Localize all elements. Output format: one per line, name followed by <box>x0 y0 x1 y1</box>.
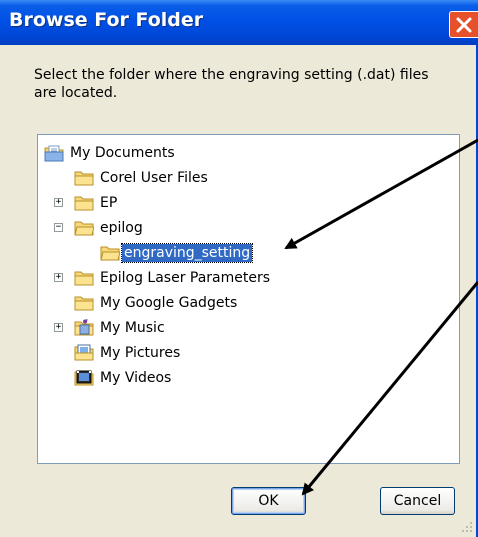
resize-grip-icon[interactable] <box>452 512 476 536</box>
tree-item-label: epilog <box>100 220 143 236</box>
tree-item-label: My Google Gadgets <box>100 295 238 311</box>
tree-item-label: Epilog Laser Parameters <box>100 270 271 286</box>
instruction-text: Select the folder where the engraving se… <box>34 67 429 101</box>
tree-item-label: My Videos <box>100 370 172 386</box>
videos-folder-icon <box>74 370 94 386</box>
tree-item-label: EP <box>100 195 118 211</box>
tree-item-label: My Pictures <box>100 345 181 361</box>
tree-item-label: My Music <box>100 320 165 336</box>
folder-open-icon <box>74 221 94 236</box>
documents-folder-icon <box>44 145 64 162</box>
expand-toggle[interactable]: + <box>54 198 63 207</box>
folder-open-icon <box>100 246 120 261</box>
close-button[interactable] <box>449 11 478 38</box>
browse-for-folder-dialog: Browse For Folder Select the folder wher… <box>0 0 478 537</box>
expand-toggle[interactable]: + <box>54 273 63 282</box>
window-title: Browse For Folder <box>9 9 204 31</box>
tree-item-label: My Documents <box>70 145 175 161</box>
music-folder-icon <box>74 319 94 336</box>
tree-item-label: Corel User Files <box>100 170 208 186</box>
title-bar[interactable]: Browse For Folder <box>0 0 478 45</box>
expand-toggle[interactable]: + <box>54 323 63 332</box>
folder-icon <box>74 196 94 211</box>
tree-item-label-selected: engraving_setting <box>120 243 254 263</box>
folder-tree[interactable]: My Documents Corel User Files + EP − epi… <box>37 134 460 464</box>
ok-button[interactable]: OK <box>231 487 306 515</box>
cancel-button[interactable]: Cancel <box>380 487 455 515</box>
folder-icon <box>74 271 94 286</box>
collapse-toggle[interactable]: − <box>54 223 63 232</box>
folder-icon <box>74 296 94 311</box>
close-icon <box>456 17 472 33</box>
folder-icon <box>74 171 94 186</box>
pictures-folder-icon <box>74 344 94 361</box>
